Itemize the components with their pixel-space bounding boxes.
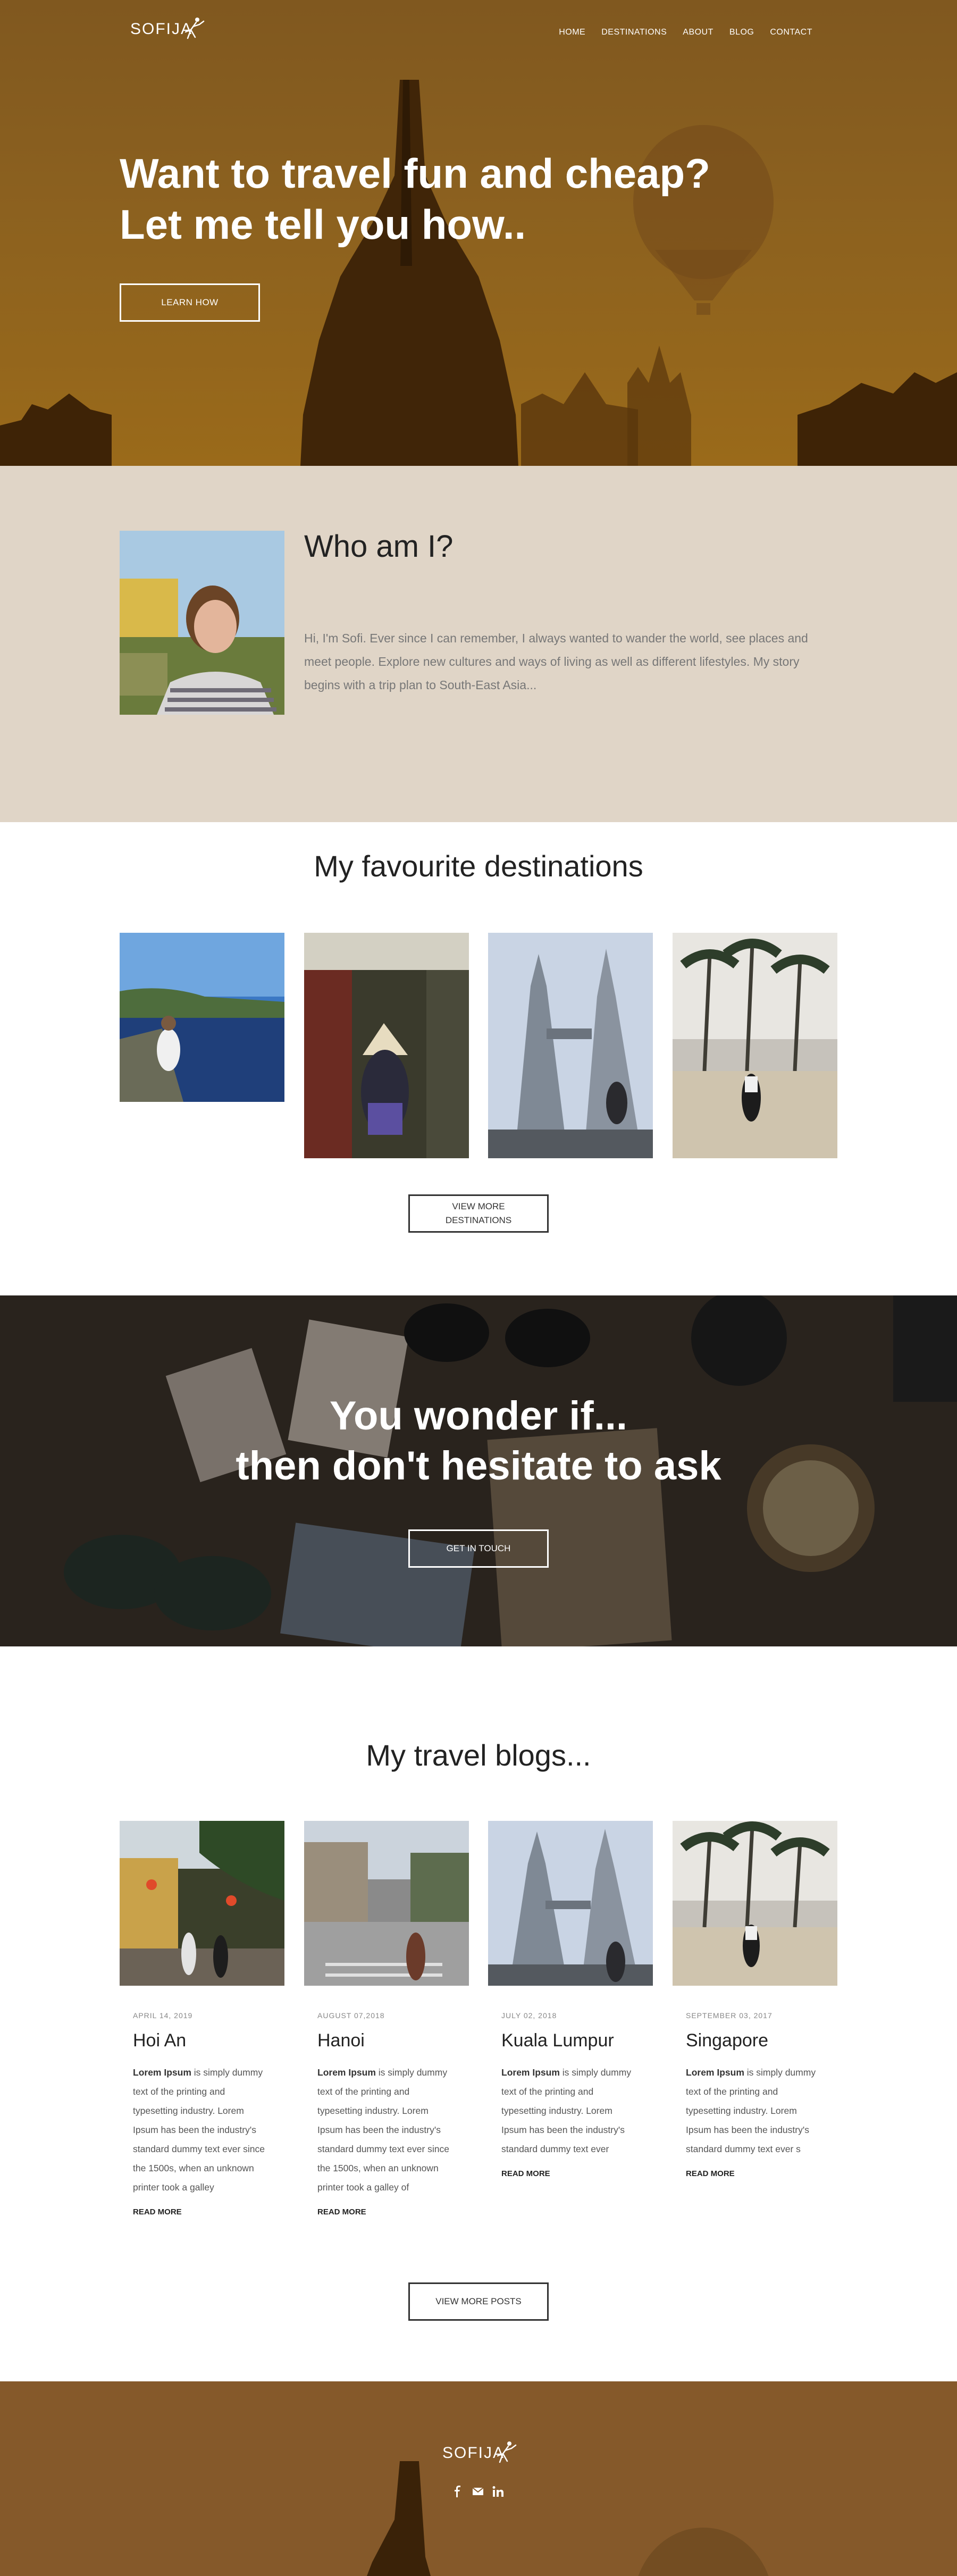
blog-post-date: APRIL 14, 2019 bbox=[133, 2011, 193, 2020]
hero-title-line-2: Let me tell you how.. bbox=[120, 201, 526, 248]
dancer-logo-icon bbox=[497, 2441, 517, 2463]
read-more-link[interactable]: READ MORE bbox=[501, 2169, 653, 2178]
cta-title: You wonder if... then don't hesitate to … bbox=[0, 1391, 957, 1491]
blog-post-date: JULY 02, 2018 bbox=[501, 2011, 557, 2020]
nav-blog[interactable]: BLOG bbox=[729, 28, 754, 37]
dancer-logo-icon bbox=[184, 18, 205, 39]
blog-post-image-hoi-an[interactable] bbox=[120, 1821, 284, 1986]
excerpt-text: is simply dummy text of the printing and… bbox=[501, 2067, 632, 2154]
mail-icon[interactable] bbox=[472, 2486, 484, 2497]
footer-silhouette-image bbox=[367, 2461, 769, 2576]
facebook-icon[interactable] bbox=[452, 2486, 464, 2497]
blog-post-title[interactable]: Hanoi bbox=[317, 2030, 469, 2051]
excerpt-bold: Lorem Ipsum bbox=[501, 2067, 560, 2078]
hero-title: Want to travel fun and cheap? Let me tel… bbox=[120, 148, 758, 250]
nav-contact[interactable]: CONTACT bbox=[770, 28, 812, 37]
destinations-title: My favourite destinations bbox=[314, 849, 643, 883]
excerpt-bold: Lorem Ipsum bbox=[133, 2067, 191, 2078]
blogs-section: My travel blogs... APRIL 14, 2019 Hoi An… bbox=[0, 1646, 957, 2381]
blog-post-image-singapore[interactable] bbox=[673, 1821, 837, 1986]
blog-post-title[interactable]: Kuala Lumpur bbox=[501, 2030, 653, 2051]
blogs-title: My travel blogs... bbox=[366, 1738, 591, 1772]
destination-image-beach[interactable] bbox=[673, 933, 837, 1158]
destination-image-market[interactable] bbox=[304, 933, 469, 1158]
blog-post-image-kuala-lumpur[interactable] bbox=[488, 1821, 653, 1986]
destination-image-towers[interactable] bbox=[488, 933, 653, 1158]
excerpt-text: is simply dummy text of the printing and… bbox=[317, 2067, 450, 2193]
read-more-link[interactable]: READ MORE bbox=[317, 2207, 469, 2217]
profile-photo bbox=[120, 531, 284, 715]
blog-post-card: AUGUST 07,2018 Hanoi Lorem Ipsum is simp… bbox=[304, 1821, 469, 2217]
hero-section: SOFIJA HOME DESTINATIONS ABOUT BLOG CONT… bbox=[0, 0, 957, 466]
about-description: Hi, I'm Sofi. Ever since I can remember,… bbox=[304, 631, 808, 692]
social-links bbox=[452, 2486, 504, 2497]
learn-how-button[interactable]: LEARN HOW bbox=[120, 283, 260, 322]
blog-post-excerpt: Lorem Ipsum is simply dummy text of the … bbox=[501, 2063, 640, 2159]
cta-title-line-1: You wonder if... bbox=[329, 1393, 628, 1438]
top-navigation: SOFIJA HOME DESTINATIONS ABOUT BLOG CONT… bbox=[0, 0, 957, 64]
get-in-touch-button[interactable]: GET IN TOUCH bbox=[408, 1529, 549, 1568]
site-footer: SOFIJA bbox=[0, 2381, 957, 2576]
read-more-link[interactable]: READ MORE bbox=[133, 2207, 284, 2217]
blog-post-card: JULY 02, 2018 Kuala Lumpur Lorem Ipsum i… bbox=[488, 1821, 653, 2178]
brand-logo[interactable]: SOFIJA bbox=[130, 18, 205, 39]
excerpt-text: is simply dummy text of the printing and… bbox=[686, 2067, 816, 2154]
view-more-destinations-label-1: VIEW MORE bbox=[452, 1201, 505, 1211]
blog-post-card: SEPTEMBER 03, 2017 Singapore Lorem Ipsum… bbox=[673, 1821, 837, 2178]
view-more-destinations-button[interactable]: VIEW MORE DESTINATIONS bbox=[408, 1194, 549, 1233]
blog-post-excerpt: Lorem Ipsum is simply dummy text of the … bbox=[317, 2063, 456, 2197]
view-more-posts-button[interactable]: VIEW MORE POSTS bbox=[408, 2282, 549, 2321]
main-menu: HOME DESTINATIONS ABOUT BLOG CONTACT bbox=[559, 28, 812, 37]
nav-about[interactable]: ABOUT bbox=[683, 28, 713, 37]
excerpt-bold: Lorem Ipsum bbox=[317, 2067, 376, 2078]
read-more-link[interactable]: READ MORE bbox=[686, 2169, 837, 2178]
destination-image-coast[interactable] bbox=[120, 933, 284, 1102]
blog-post-image-hanoi[interactable] bbox=[304, 1821, 469, 1986]
excerpt-bold: Lorem Ipsum bbox=[686, 2067, 744, 2078]
linkedin-icon[interactable] bbox=[492, 2486, 504, 2497]
blog-post-card: APRIL 14, 2019 Hoi An Lorem Ipsum is sim… bbox=[120, 1821, 284, 2217]
about-section: Who am I? Hi, I'm Sofi. Ever since I can… bbox=[0, 466, 957, 822]
footer-logo[interactable]: SOFIJA bbox=[442, 2441, 517, 2463]
excerpt-text: is simply dummy text of the printing and… bbox=[133, 2067, 265, 2193]
blog-post-title[interactable]: Singapore bbox=[686, 2030, 837, 2051]
about-title: Who am I? bbox=[304, 529, 454, 564]
blog-post-title[interactable]: Hoi An bbox=[133, 2030, 284, 2051]
blog-post-excerpt: Lorem Ipsum is simply dummy text of the … bbox=[686, 2063, 824, 2159]
contact-cta-section: You wonder if... then don't hesitate to … bbox=[0, 1295, 957, 1646]
view-more-destinations-label-2: DESTINATIONS bbox=[445, 1215, 512, 1225]
nav-destinations[interactable]: DESTINATIONS bbox=[601, 28, 667, 37]
nav-home[interactable]: HOME bbox=[559, 28, 585, 37]
cta-title-line-2: then don't hesitate to ask bbox=[236, 1443, 721, 1488]
destinations-section: My favourite destinations VIEW MORE DEST… bbox=[0, 822, 957, 1295]
blog-post-date: SEPTEMBER 03, 2017 bbox=[686, 2011, 773, 2020]
blog-post-date: AUGUST 07,2018 bbox=[317, 2011, 385, 2020]
blog-post-excerpt: Lorem Ipsum is simply dummy text of the … bbox=[133, 2063, 271, 2197]
hero-title-line-1: Want to travel fun and cheap? bbox=[120, 150, 710, 197]
